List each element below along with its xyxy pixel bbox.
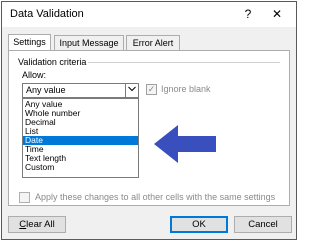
ignore-blank-label: Ignore blank (161, 84, 211, 94)
ok-button[interactable]: OK (170, 216, 228, 233)
validation-criteria-label: Validation criteria (18, 57, 87, 67)
tab-settings[interactable]: Settings (8, 34, 51, 51)
allow-selected-value: Any value (26, 85, 66, 95)
chevron-down-icon[interactable] (125, 84, 138, 97)
help-button[interactable]: ? (238, 5, 258, 23)
tab-error-alert[interactable]: Error Alert (126, 35, 180, 50)
title-bar[interactable]: Data Validation ? ✕ (2, 2, 296, 27)
apply-all-checkbox[interactable] (19, 192, 30, 203)
close-button[interactable]: ✕ (266, 5, 288, 23)
option-decimal[interactable]: Decimal (23, 118, 138, 127)
clear-all-label: lear All (26, 219, 55, 230)
data-validation-dialog: Data Validation ? ✕ Settings Input Messa… (1, 1, 297, 240)
arrow-left-icon (154, 125, 216, 163)
apply-all-label: Apply these changes to all other cells w… (35, 192, 276, 202)
allow-dropdown-list: Any value Whole number Decimal List Date… (22, 98, 139, 178)
cancel-button[interactable]: Cancel (234, 216, 292, 233)
allow-label: Allow: (22, 70, 47, 80)
allow-combobox[interactable]: Any value (22, 83, 139, 98)
group-divider (88, 62, 280, 63)
ignore-blank-checkbox[interactable]: ✓ (146, 84, 157, 95)
settings-panel: Validation criteria Allow: Any value ✓ I… (8, 50, 290, 206)
clear-all-button[interactable]: Clear All (8, 216, 66, 233)
dialog-title: Data Validation (10, 8, 84, 20)
tab-input-message[interactable]: Input Message (54, 35, 124, 50)
option-custom[interactable]: Custom (23, 163, 138, 172)
